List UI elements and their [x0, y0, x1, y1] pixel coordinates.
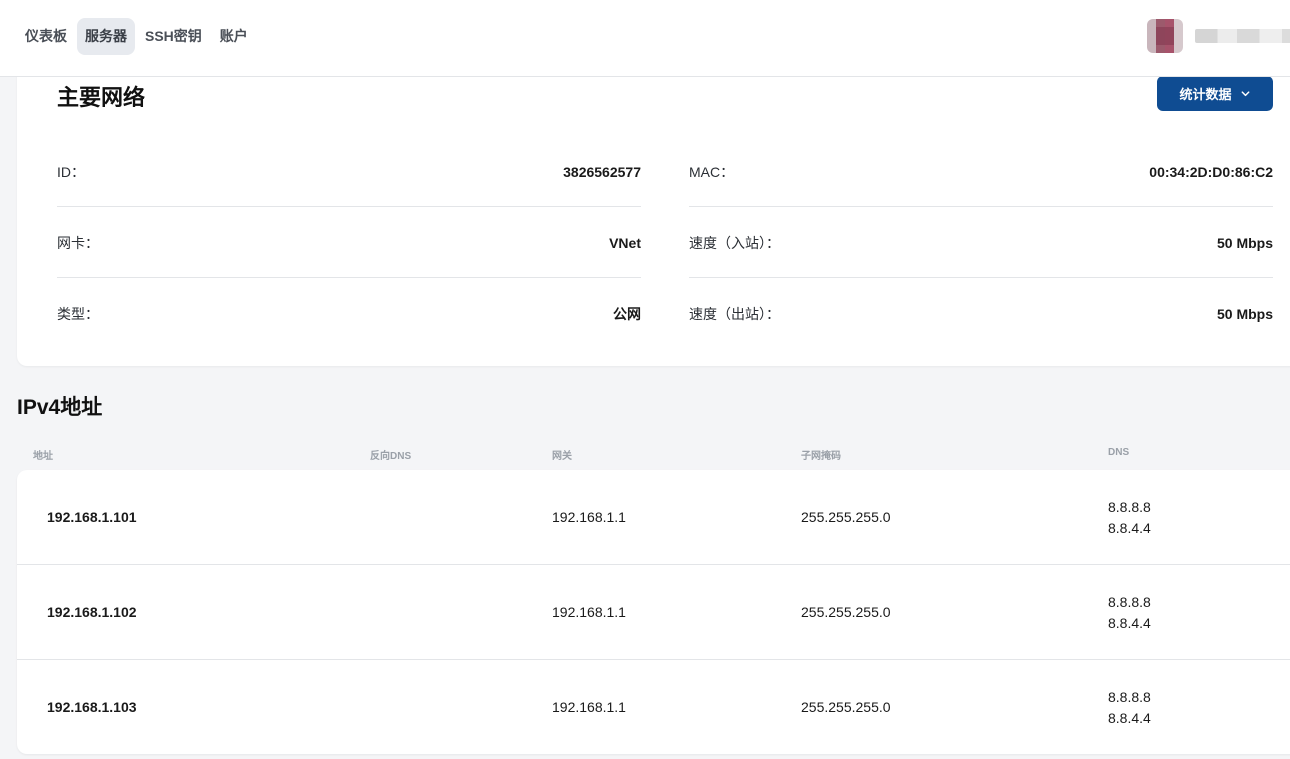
network-field-speed-out: 速度（出站）： 50 Mbps: [689, 279, 1273, 349]
statistics-button-label: 统计数据: [1179, 87, 1232, 102]
nav-item-dashboard[interactable]: 仪表板: [17, 18, 75, 55]
dns-servers: 8.8.8.8 8.8.4.4: [1108, 592, 1151, 634]
field-label: 速度（出站）：: [689, 306, 780, 322]
field-label: 速度（入站）：: [689, 234, 780, 251]
nav-item-account[interactable]: 账户: [212, 18, 256, 55]
dns-primary: 8.8.8.8: [1108, 499, 1151, 515]
primary-network-card: 主要网络 统计数据 ID： 3826562577 网卡： VNet 类型： 公网…: [17, 60, 1290, 366]
column-header-address: 地址: [33, 451, 53, 462]
field-value: 3826562577: [563, 163, 641, 180]
dns-servers: 8.8.8.8 8.8.4.4: [1108, 687, 1151, 729]
field-label: MAC：: [689, 163, 735, 180]
dns-servers: 8.8.8.8 8.8.4.4: [1108, 497, 1151, 539]
statistics-dropdown-button[interactable]: 统计数据: [1157, 76, 1273, 111]
field-value: 50 Mbps: [1216, 306, 1273, 322]
netmask: 255.255.255.0: [801, 509, 891, 525]
column-header-reverse-dns: 反向DNS: [370, 451, 412, 462]
ipv4-table-header: 地址 反向DNS 网关 子网掩码 DNS: [0, 447, 1290, 462]
ip-address: 192.168.1.103: [47, 699, 137, 715]
network-field-mac: MAC： 00:34:2D:D0:86:C2: [689, 137, 1273, 207]
table-row: 192.168.1.101 192.168.1.1 255.255.255.0 …: [17, 470, 1290, 565]
field-label: 网卡：: [57, 234, 99, 251]
table-row: 192.168.1.102 192.168.1.1 255.255.255.0 …: [17, 565, 1290, 660]
field-value: 公网: [613, 306, 641, 322]
gateway: 192.168.1.1: [552, 604, 626, 620]
field-value: 00:34:2D:D0:86:C2: [1149, 163, 1273, 180]
table-row: 192.168.1.103 192.168.1.1 255.255.255.0 …: [17, 660, 1290, 755]
main-nav: 仪表板 服务器 SSH密钥 账户: [17, 18, 256, 55]
network-field-id: ID： 3826562577: [57, 137, 641, 207]
username-redacted: [1195, 29, 1290, 43]
field-label: 类型：: [57, 306, 99, 322]
field-value: 50 Mbps: [1216, 234, 1273, 251]
column-header-dns: DNS: [1108, 447, 1130, 458]
nav-item-ssh-keys[interactable]: SSH密钥: [137, 18, 210, 55]
gateway: 192.168.1.1: [552, 509, 626, 525]
network-field-type: 类型： 公网: [57, 279, 641, 349]
dns-secondary: 8.8.4.4: [1108, 615, 1151, 631]
top-nav-bar: 仪表板 服务器 SSH密钥 账户: [0, 0, 1290, 77]
network-field-speed-in: 速度（入站）： 50 Mbps: [689, 208, 1273, 278]
ip-address: 192.168.1.102: [47, 604, 137, 620]
network-title: 主要网络: [57, 85, 146, 110]
dns-primary: 8.8.8.8: [1108, 689, 1151, 705]
column-header-netmask: 子网掩码: [801, 451, 841, 462]
avatar[interactable]: [1147, 19, 1183, 53]
ip-address: 192.168.1.101: [47, 509, 137, 525]
chevron-down-icon: [1241, 91, 1249, 97]
field-value: VNet: [609, 234, 641, 251]
ipv4-table: 192.168.1.101 192.168.1.1 255.255.255.0 …: [17, 470, 1290, 754]
netmask: 255.255.255.0: [801, 604, 891, 620]
field-label: ID：: [57, 163, 85, 180]
gateway: 192.168.1.1: [552, 699, 626, 715]
dns-secondary: 8.8.4.4: [1108, 710, 1151, 726]
user-menu[interactable]: [1147, 19, 1290, 53]
network-field-nic: 网卡： VNet: [57, 208, 641, 278]
column-header-gateway: 网关: [552, 451, 572, 462]
dns-primary: 8.8.8.8: [1108, 594, 1151, 610]
dns-secondary: 8.8.4.4: [1108, 520, 1151, 536]
nav-item-servers[interactable]: 服务器: [77, 18, 135, 55]
ipv4-section-title: IPv4地址: [17, 396, 103, 419]
netmask: 255.255.255.0: [801, 699, 891, 715]
